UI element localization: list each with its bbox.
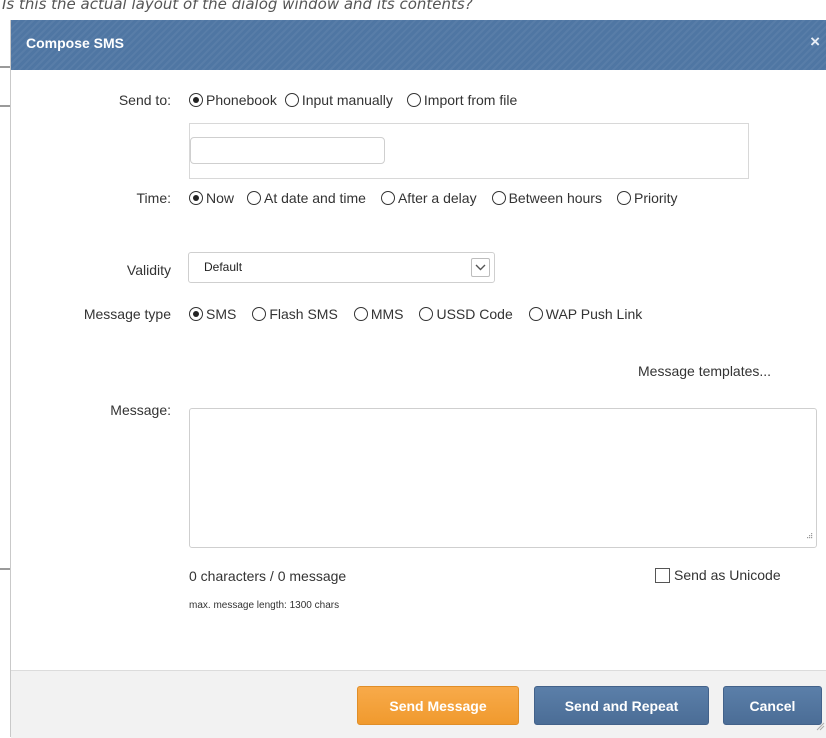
send-to-label: Send to: bbox=[118, 92, 171, 108]
radio-label: Priority bbox=[633, 190, 678, 206]
compose-sms-dialog: Compose SMS × Send to: Phonebook Input m… bbox=[10, 20, 826, 738]
send-to-phonebook-radio[interactable]: Phonebook bbox=[189, 92, 277, 108]
cancel-button[interactable]: Cancel bbox=[723, 686, 822, 725]
time-priority-radio[interactable]: Priority bbox=[616, 190, 678, 206]
send-to-options: Phonebook Input manually Import from fil… bbox=[189, 92, 517, 108]
background-left-edge bbox=[0, 20, 10, 737]
max-length-note: max. message length: 1300 chars bbox=[189, 600, 340, 611]
radio-icon bbox=[252, 307, 267, 321]
validity-select[interactable]: Default bbox=[188, 252, 495, 283]
send-message-button[interactable]: Send Message bbox=[357, 686, 519, 725]
type-flash-sms-radio[interactable]: Flash SMS bbox=[252, 306, 338, 322]
message-type-options: SMS Flash SMS MMS USSD Code WAP Push Lin… bbox=[189, 306, 642, 322]
resize-grip-icon[interactable] bbox=[806, 526, 813, 544]
character-counter: 0 characters / 0 message bbox=[189, 568, 347, 584]
time-now-radio[interactable]: Now bbox=[189, 190, 234, 206]
chevron-down-icon[interactable] bbox=[471, 258, 490, 277]
radio-label: WAP Push Link bbox=[545, 306, 643, 322]
time-options: Now At date and time After a delay Betwe… bbox=[189, 190, 678, 206]
recipient-search-input[interactable] bbox=[190, 137, 385, 164]
message-type-label: Message type bbox=[83, 306, 171, 322]
radio-icon bbox=[284, 93, 299, 107]
radio-label: MMS bbox=[370, 306, 404, 322]
checkbox-icon[interactable] bbox=[655, 567, 670, 583]
validity-label: Validity bbox=[126, 262, 171, 278]
close-icon[interactable]: × bbox=[810, 32, 820, 52]
radio-icon bbox=[406, 93, 421, 107]
dialog-footer: Send Message Send and Repeat Cancel bbox=[11, 670, 826, 738]
validity-value: Default bbox=[204, 260, 243, 274]
time-label: Time: bbox=[136, 190, 171, 206]
background-divider bbox=[0, 105, 10, 107]
message-label: Message: bbox=[110, 402, 171, 418]
unicode-label: Send as Unicode bbox=[674, 567, 781, 583]
radio-label: Input manually bbox=[301, 92, 393, 108]
radio-label: Import from file bbox=[423, 92, 518, 108]
type-wap-push-radio[interactable]: WAP Push Link bbox=[528, 306, 643, 322]
radio-icon bbox=[419, 307, 434, 321]
radio-label: SMS bbox=[206, 306, 237, 322]
background-divider bbox=[0, 568, 10, 570]
send-to-manual-radio[interactable]: Input manually bbox=[284, 92, 393, 108]
radio-icon bbox=[353, 307, 368, 321]
radio-selected-icon bbox=[189, 307, 203, 321]
radio-icon bbox=[380, 191, 395, 205]
dialog-resize-icon[interactable] bbox=[815, 718, 825, 736]
radio-label: Flash SMS bbox=[269, 306, 338, 322]
radio-icon bbox=[247, 191, 262, 205]
radio-label: Between hours bbox=[508, 190, 602, 206]
background-text: Is this the actual layout of the dialog … bbox=[2, 0, 473, 13]
radio-label: Now bbox=[206, 190, 235, 206]
radio-label: After a delay bbox=[397, 190, 477, 206]
message-templates-link[interactable]: Message templates... bbox=[638, 363, 771, 379]
dialog-titlebar[interactable]: Compose SMS × bbox=[11, 20, 826, 70]
background-page-strip: Is this the actual layout of the dialog … bbox=[0, 0, 826, 20]
send-and-repeat-button[interactable]: Send and Repeat bbox=[534, 686, 709, 725]
radio-icon bbox=[528, 307, 543, 321]
type-mms-radio[interactable]: MMS bbox=[353, 306, 404, 322]
time-delay-radio[interactable]: After a delay bbox=[380, 190, 477, 206]
type-ussd-radio[interactable]: USSD Code bbox=[419, 306, 513, 322]
send-to-import-radio[interactable]: Import from file bbox=[406, 92, 518, 108]
background-divider bbox=[0, 66, 10, 68]
message-textarea[interactable] bbox=[189, 408, 817, 548]
radio-label: USSD Code bbox=[436, 306, 513, 322]
radio-selected-icon bbox=[189, 93, 203, 107]
radio-icon bbox=[491, 191, 506, 205]
dialog-title: Compose SMS bbox=[26, 35, 125, 51]
time-date-radio[interactable]: At date and time bbox=[247, 190, 366, 206]
radio-selected-icon bbox=[189, 191, 203, 205]
radio-icon bbox=[616, 191, 631, 205]
radio-label: At date and time bbox=[264, 190, 366, 206]
radio-label: Phonebook bbox=[206, 92, 277, 108]
send-as-unicode-checkbox[interactable]: Send as Unicode bbox=[655, 567, 781, 583]
type-sms-radio[interactable]: SMS bbox=[189, 306, 236, 322]
time-between-hours-radio[interactable]: Between hours bbox=[491, 190, 602, 206]
